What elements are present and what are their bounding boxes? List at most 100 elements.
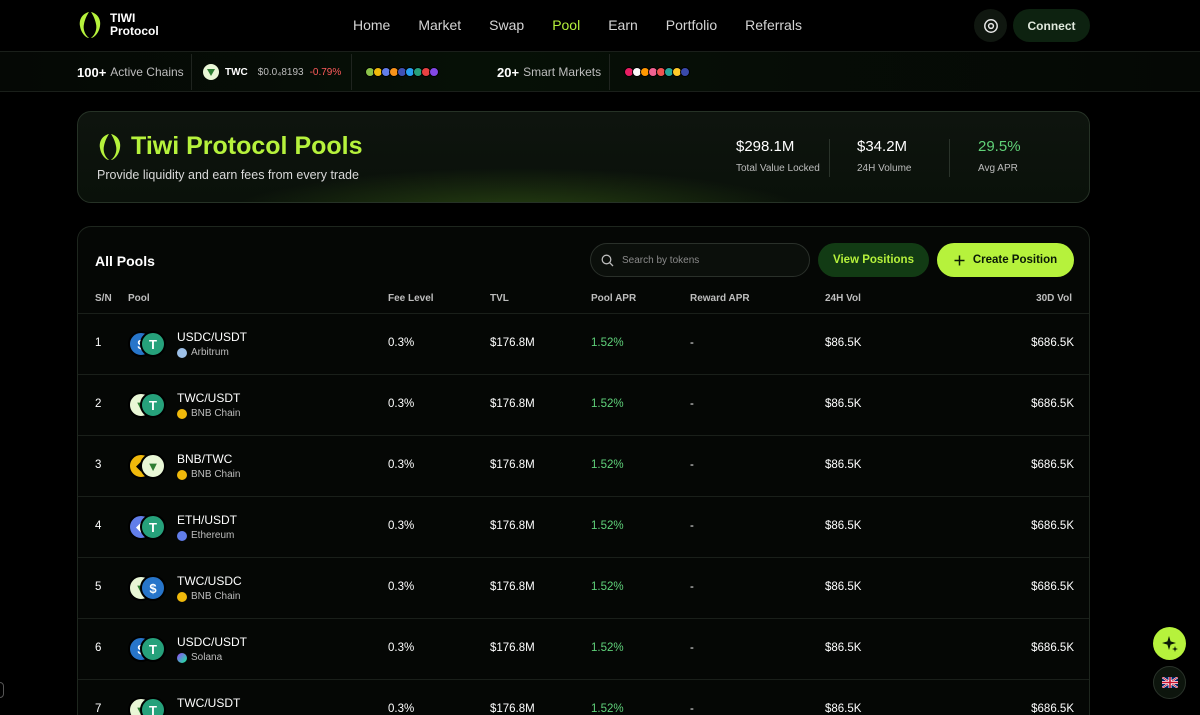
- chain-label: BNB Chain: [191, 469, 241, 480]
- twc-token-icon: [203, 64, 219, 80]
- pool-apr: 1.52%: [591, 581, 624, 593]
- column-header-fee: Fee Level: [388, 293, 434, 304]
- table-row[interactable]: 7 ▼ T TWC/USDT 0.3% $176.8M 1.52% - $86.…: [78, 679, 1089, 715]
- language-button[interactable]: [1153, 666, 1186, 699]
- reward-apr: -: [690, 581, 694, 593]
- apr-label: Avg APR: [978, 163, 1018, 174]
- pool-pair-name[interactable]: BNB/TWC: [177, 452, 232, 466]
- pool-apr: 1.52%: [591, 520, 624, 532]
- column-header-sn: S/N: [95, 293, 112, 304]
- table-row[interactable]: 2 ▼ T TWC/USDT BNB Chain 0.3% $176.8M 1.…: [78, 374, 1089, 435]
- pool-chain: BNB Chain: [177, 408, 240, 419]
- chain-label: Ethereum: [191, 530, 235, 541]
- pool-apr: 1.52%: [591, 398, 624, 410]
- bnb-chain-icon: [177, 591, 187, 602]
- reward-apr: -: [690, 703, 694, 715]
- plus-icon: [954, 255, 965, 265]
- vol-24h: $86.5K: [825, 642, 862, 654]
- table-row[interactable]: 5 ▼ $ TWC/USDC BNB Chain 0.3% $176.8M 1.…: [78, 557, 1089, 618]
- table-row[interactable]: 1 $ T USDC/USDT Arbitrum 0.3% $176.8M 1.…: [78, 313, 1089, 374]
- fee-level: 0.3%: [388, 398, 415, 410]
- reward-apr: -: [690, 642, 694, 654]
- pool-pair-name[interactable]: USDC/USDT: [177, 330, 247, 344]
- solana-icon: [177, 652, 187, 663]
- apr-stat: 29.5% Avg APR: [978, 138, 1021, 174]
- fee-level: 0.3%: [388, 337, 415, 349]
- vol-24h: $86.5K: [825, 703, 862, 715]
- sparkle-icon: [1161, 635, 1178, 652]
- fee-level: 0.3%: [388, 520, 415, 532]
- arbitrum-icon: [177, 347, 187, 358]
- view-positions-button[interactable]: View Positions: [818, 243, 929, 277]
- column-header-pool: Pool: [128, 293, 150, 304]
- chain-label: BNB Chain: [191, 591, 241, 602]
- twc-price-ticker[interactable]: TWC $0.0₄8193 -0.79%: [203, 52, 341, 92]
- brand-logo[interactable]: TIWI Protocol: [78, 10, 159, 40]
- nav-earn[interactable]: Earn: [608, 17, 638, 33]
- table-row[interactable]: 3 ◆ ▼ BNB/TWC BNB Chain 0.3% $176.8M 1.5…: [78, 435, 1089, 496]
- nav-market[interactable]: Market: [418, 17, 461, 33]
- tvl-label: Total Value Locked: [736, 163, 820, 174]
- chain-icons-strip: [365, 52, 439, 92]
- usdt-icon: T: [140, 514, 166, 540]
- tvl-value: $176.8M: [490, 703, 535, 715]
- pool-chain: BNB Chain: [177, 591, 240, 602]
- smart-markets-stat: 20+ Smart Markets: [497, 52, 601, 92]
- chains-count: 100+: [77, 64, 107, 80]
- reward-apr: -: [690, 520, 694, 532]
- pool-apr: 1.52%: [591, 703, 624, 715]
- fee-level: 0.3%: [388, 581, 415, 593]
- nav-home[interactable]: Home: [353, 17, 390, 33]
- token-symbol: TWC: [225, 66, 248, 78]
- connect-button[interactable]: Connect: [1013, 9, 1090, 42]
- table-row[interactable]: 6 $ T USDC/USDT Solana 0.3% $176.8M 1.52…: [78, 618, 1089, 679]
- pool-chain: Ethereum: [177, 530, 234, 541]
- vol-24h: $86.5K: [825, 459, 862, 471]
- pool-pair-name[interactable]: TWC/USDC: [177, 574, 242, 588]
- page-title: Tiwi Protocol Pools: [131, 132, 363, 160]
- page-subtitle: Provide liquidity and earn fees from eve…: [97, 168, 359, 182]
- fee-level: 0.3%: [388, 459, 415, 471]
- pool-pair-name[interactable]: TWC/USDT: [177, 391, 240, 405]
- tiwi-logo-icon: [99, 134, 121, 160]
- token-pair-icons: ◆ ▼: [128, 452, 168, 480]
- chains-label: Active Chains: [110, 65, 184, 79]
- create-position-button[interactable]: Create Position: [937, 243, 1074, 277]
- bnb-chain-icon: [177, 469, 187, 480]
- search-input[interactable]: [622, 254, 792, 266]
- volume-value: $34.2M: [857, 138, 908, 155]
- row-sn: 1: [95, 337, 102, 349]
- search-box[interactable]: [590, 243, 810, 277]
- nav-referrals[interactable]: Referrals: [745, 17, 802, 33]
- column-header-30d-vol: 30D Vol: [1036, 293, 1072, 304]
- fee-level: 0.3%: [388, 703, 415, 715]
- column-header-tvl: TVL: [490, 293, 509, 304]
- row-sn: 2: [95, 398, 102, 410]
- settings-button[interactable]: [974, 9, 1007, 42]
- token-pair-icons: ▼ T: [128, 391, 168, 419]
- pool-pair-name[interactable]: ETH/USDT: [177, 513, 237, 527]
- pool-pair-name[interactable]: USDC/USDT: [177, 635, 247, 649]
- pools-table-card: All Pools View Positions Create Position…: [77, 226, 1090, 715]
- side-drawer-handle[interactable]: [0, 682, 4, 698]
- ai-assistant-button[interactable]: [1153, 627, 1186, 660]
- top-nav: TIWI Protocol Home Market Swap Pool Earn…: [0, 0, 1200, 52]
- usdt-icon: T: [140, 331, 166, 357]
- vol-24h: $86.5K: [825, 398, 862, 410]
- token-change: -0.79%: [309, 66, 342, 78]
- column-header-24h-vol: 24H Vol: [825, 293, 861, 304]
- market-icons-strip: [624, 52, 690, 92]
- bnb-chain-icon: [177, 408, 187, 419]
- vol-30d: $686.5K: [1031, 337, 1074, 349]
- nav-swap[interactable]: Swap: [489, 17, 524, 33]
- pools-hero-card: Tiwi Protocol Pools Provide liquidity an…: [77, 111, 1090, 203]
- pool-chain: BNB Chain: [177, 469, 240, 480]
- pool-chain: Arbitrum: [177, 347, 229, 358]
- table-row[interactable]: 4 ◆ T ETH/USDT Ethereum 0.3% $176.8M 1.5…: [78, 496, 1089, 557]
- nav-portfolio[interactable]: Portfolio: [666, 17, 717, 33]
- row-sn: 4: [95, 520, 102, 532]
- tvl-stat: $298.1M Total Value Locked: [736, 138, 820, 174]
- tvl-value: $176.8M: [490, 642, 535, 654]
- pool-pair-name[interactable]: TWC/USDT: [177, 696, 240, 710]
- nav-pool[interactable]: Pool: [552, 17, 580, 33]
